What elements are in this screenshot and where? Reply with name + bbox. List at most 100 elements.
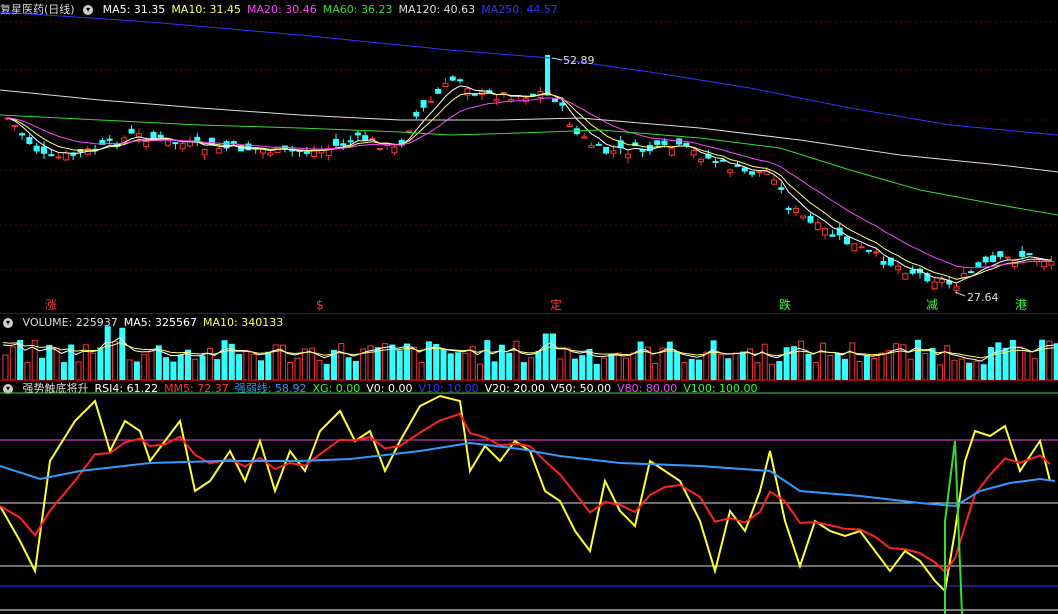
volume-bar xyxy=(236,354,243,380)
volume-bar xyxy=(462,352,469,380)
candle-body xyxy=(902,273,909,280)
volume-bar xyxy=(418,362,425,380)
volume-bar xyxy=(477,363,483,380)
volume-bar xyxy=(404,343,410,380)
candle-body xyxy=(997,251,1004,257)
candle-body xyxy=(354,132,361,136)
volume-bar xyxy=(564,347,571,380)
signal-marker: 定 xyxy=(550,298,563,312)
candle-body xyxy=(800,215,807,219)
candle-body xyxy=(106,138,113,141)
volume-bar xyxy=(681,361,688,380)
candle-body xyxy=(822,228,829,236)
candle-body xyxy=(982,256,989,263)
candle-body xyxy=(829,234,836,237)
candle-body xyxy=(588,144,595,149)
volume-bar xyxy=(2,354,9,380)
indicator-panel[interactable]: ▾ 强势触底将升 RSI4: 61.22 MM5: 72.37 强弱线: 58.92 X… xyxy=(0,381,1058,614)
candle-body xyxy=(420,100,427,108)
volume-bar xyxy=(338,342,345,380)
volume-bar xyxy=(1053,343,1058,380)
volume-bar xyxy=(199,355,206,380)
volume-bar xyxy=(382,343,389,380)
candle-body xyxy=(712,160,719,163)
volume-bar xyxy=(90,352,97,380)
volume-bar xyxy=(484,340,491,380)
volume-bar xyxy=(988,347,994,380)
volume-bar xyxy=(316,359,323,380)
volume-bar xyxy=(141,353,148,380)
candle-body xyxy=(201,149,208,156)
volume-panel[interactable]: ▾ VOLUME: 225937 MA5: 325567 MA10: 340133 xyxy=(0,314,1058,380)
volume-bar xyxy=(520,362,527,380)
volume-bar xyxy=(769,363,775,380)
candle-body xyxy=(683,142,690,147)
volume-bar xyxy=(929,348,936,380)
candle-body xyxy=(909,269,916,274)
candle-body xyxy=(48,154,55,157)
volume-bar xyxy=(126,359,133,380)
candle-body xyxy=(610,150,617,154)
volume-bar xyxy=(980,364,987,380)
volume-bar xyxy=(739,351,746,380)
volume-bar xyxy=(717,354,724,380)
volume-bar xyxy=(637,341,644,380)
candle-body xyxy=(938,278,945,283)
candle-body xyxy=(749,171,756,175)
candle-body xyxy=(741,167,748,172)
candle-body xyxy=(333,138,339,146)
volume-bar xyxy=(827,354,834,380)
volume-bar xyxy=(265,351,272,380)
volume-bar xyxy=(863,355,870,380)
candle-body xyxy=(771,179,777,185)
volume-bar xyxy=(112,341,118,380)
candle-body xyxy=(595,143,602,146)
volume-bar xyxy=(849,342,856,380)
volume-bar xyxy=(812,361,819,380)
volume-bar xyxy=(345,357,352,380)
volume-bar xyxy=(24,362,31,380)
candle-body xyxy=(865,249,872,252)
volume-bar xyxy=(119,327,126,380)
candle-body xyxy=(62,152,69,161)
price-panel[interactable]: 复星医药(日线) ▾ MA5: 31.35 MA10: 31.45 MA20: 30… xyxy=(0,0,1058,314)
volume-bar xyxy=(623,357,629,380)
candle-body xyxy=(792,207,799,214)
candle-body xyxy=(545,55,550,95)
candle-body xyxy=(267,152,274,156)
candle-body xyxy=(1004,256,1011,259)
volume-bar xyxy=(725,358,732,380)
volume-bar xyxy=(688,358,695,380)
candle-body xyxy=(661,140,668,145)
volume-bar xyxy=(75,361,82,380)
volume-bar xyxy=(39,357,45,380)
candle-body xyxy=(785,207,792,211)
volume-bar xyxy=(1039,339,1046,380)
volume-bar xyxy=(601,357,608,380)
candle-body xyxy=(303,151,310,154)
volume-bar xyxy=(440,348,447,380)
candle-body xyxy=(807,215,814,223)
volume-bar xyxy=(53,347,60,380)
candle-body xyxy=(11,124,18,127)
volume-bar xyxy=(411,346,418,380)
volume-bar xyxy=(396,350,403,380)
volume-bar xyxy=(1017,346,1024,380)
volume-bar xyxy=(243,350,250,380)
signal-marker: $ xyxy=(316,298,324,312)
candle-body xyxy=(953,286,960,291)
volume-bar xyxy=(776,361,783,380)
volume-bar xyxy=(842,358,848,380)
candle-body xyxy=(1019,250,1026,257)
volume-bar xyxy=(433,343,440,380)
ma250-line xyxy=(0,11,1058,136)
rsi-line xyxy=(0,394,1051,594)
volume-bar xyxy=(148,350,155,380)
price-chart: 52.89 27.64 xyxy=(0,11,1058,304)
volume-bar xyxy=(579,355,586,380)
candle-body xyxy=(603,146,610,154)
volume-bar xyxy=(528,357,535,380)
candle-body xyxy=(851,243,858,252)
candle-body xyxy=(566,124,573,128)
volume-bar xyxy=(535,350,542,380)
